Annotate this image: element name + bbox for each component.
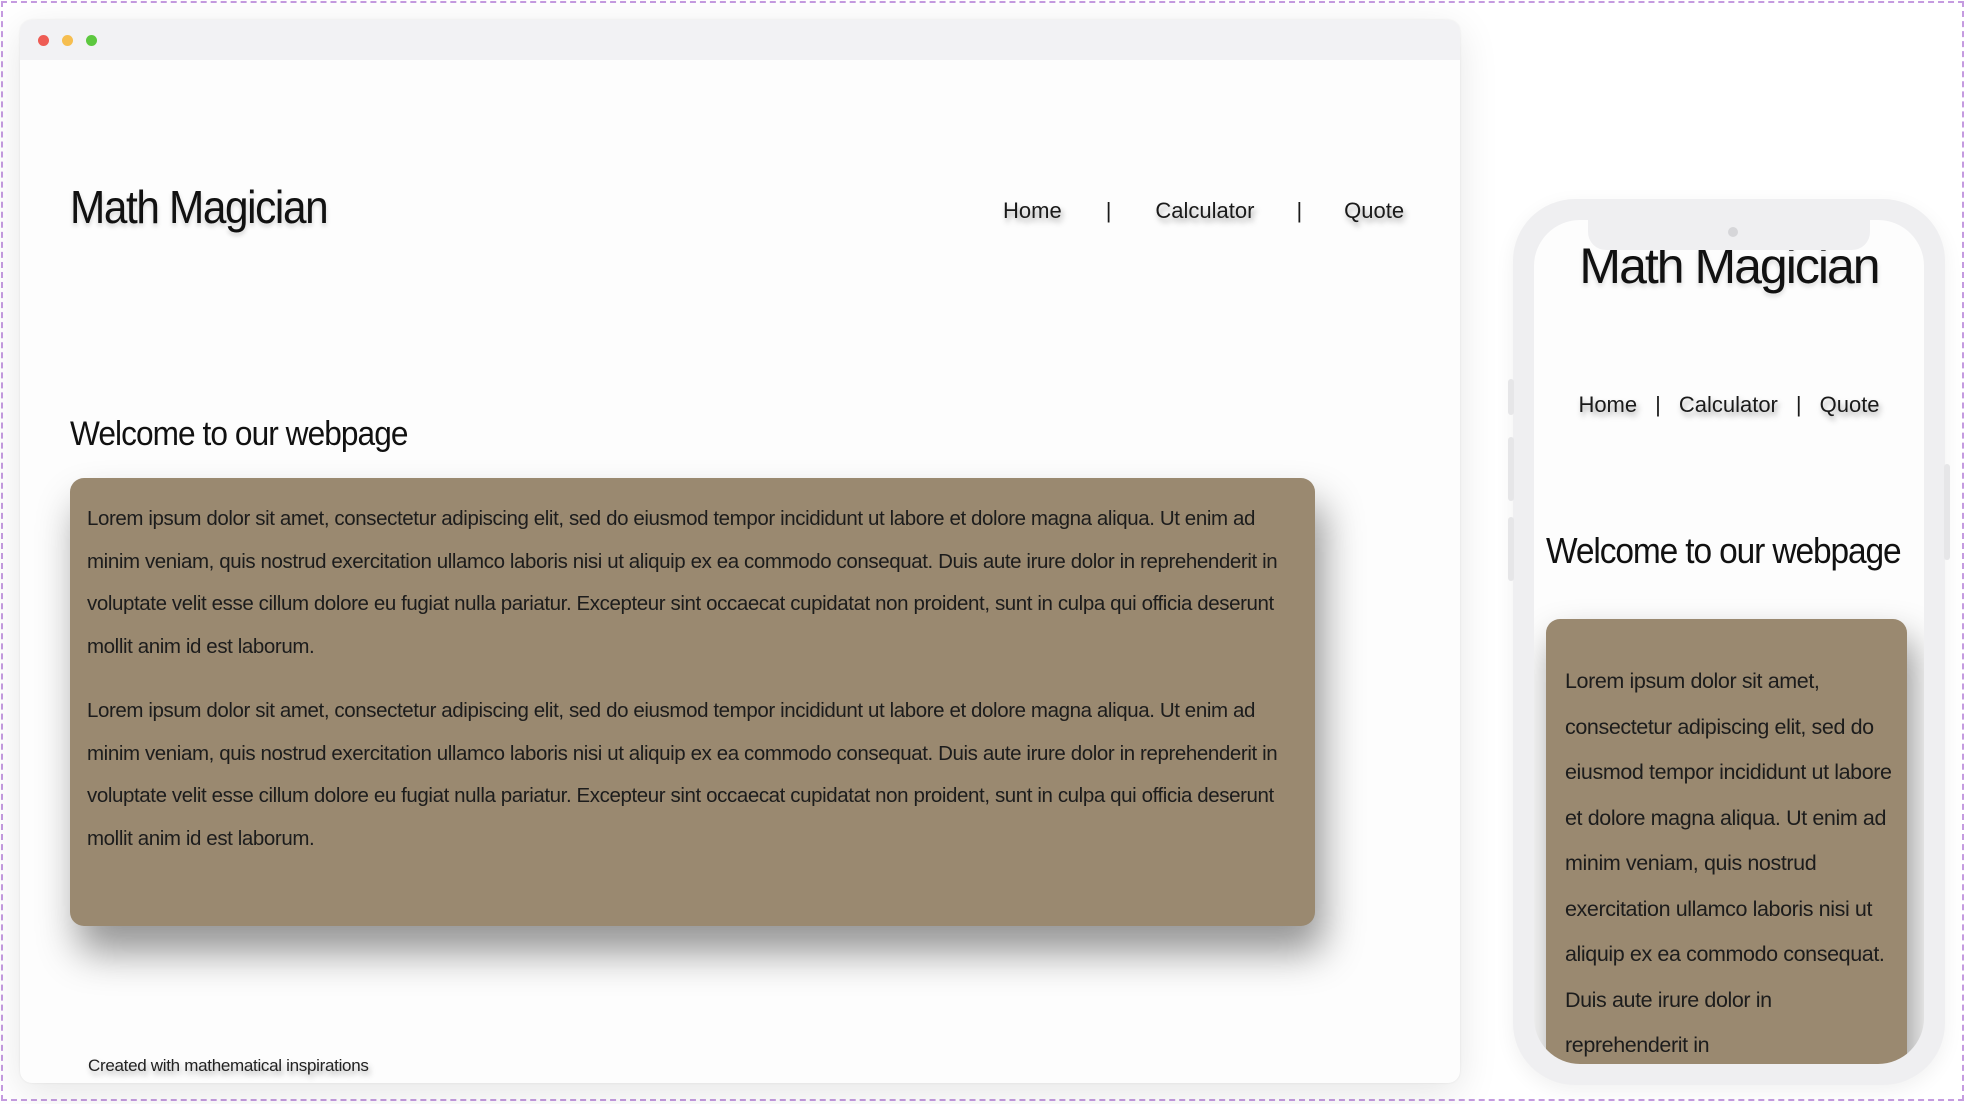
phone-power-button (1944, 464, 1950, 560)
mobile-content-card: Lorem ipsum dolor sit amet, consectetur … (1546, 619, 1907, 1064)
content-paragraph-2: Lorem ipsum dolor sit amet, consectetur … (87, 699, 1278, 850)
nav-separator: | (1296, 198, 1303, 223)
content-card: Lorem ipsum dolor sit amet, consectetur … (70, 478, 1315, 926)
welcome-heading: Welcome to our webpage (70, 415, 408, 453)
nav-separator: | (1655, 392, 1661, 417)
minimize-window-button[interactable] (62, 35, 73, 46)
phone-side-button (1508, 379, 1514, 415)
phone-notch (1588, 220, 1870, 250)
desktop-window: Math Magician Home | Calculator | Quote … (20, 20, 1460, 1083)
mobile-nav: Home | Calculator | Quote (1534, 390, 1924, 420)
mobile-content-paragraph: Lorem ipsum dolor sit amet, consectetur … (1565, 669, 1892, 1057)
footer-text: Created with mathematical inspirations (88, 1056, 369, 1075)
mobile-nav-link-calculator[interactable]: Calculator (1679, 392, 1778, 418)
phone-side-button (1508, 517, 1514, 581)
mobile-nav-link-home[interactable]: Home (1578, 392, 1637, 418)
content-paragraph-1: Lorem ipsum dolor sit amet, consectetur … (87, 507, 1278, 658)
camera-icon (1728, 227, 1738, 237)
nav-link-quote[interactable]: Quote (1344, 198, 1404, 224)
nav-link-calculator[interactable]: Calculator (1155, 198, 1254, 224)
phone-mockup: Math Magician Home | Calculator | Quote … (1508, 199, 1950, 1085)
site-title: Math Magician (70, 181, 329, 233)
window-titlebar (20, 20, 1460, 60)
mobile-nav-link-quote[interactable]: Quote (1820, 392, 1880, 418)
nav-separator: | (1105, 198, 1112, 223)
phone-screen: Math Magician Home | Calculator | Quote … (1534, 220, 1924, 1064)
nav-link-home[interactable]: Home (1003, 198, 1062, 224)
main-nav: Home | Calculator | Quote (1003, 196, 1404, 226)
phone-side-button (1508, 437, 1514, 501)
nav-separator: | (1795, 392, 1802, 417)
close-window-button[interactable] (38, 35, 49, 46)
maximize-window-button[interactable] (86, 35, 97, 46)
mobile-welcome-heading: Welcome to our webpage (1546, 530, 1902, 571)
